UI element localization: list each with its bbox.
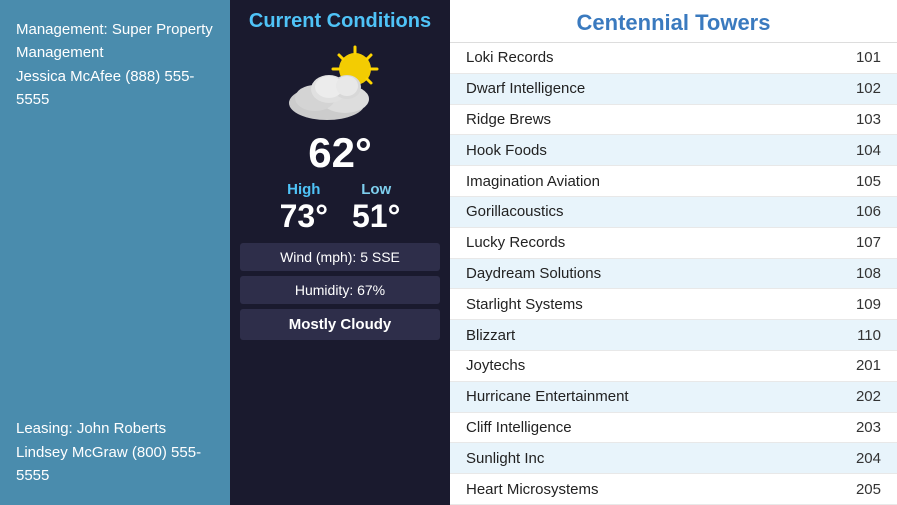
tenant-suite: 106 <box>837 196 897 227</box>
management-contact: Jessica McAfee (888) 555-5555 <box>16 68 194 108</box>
tenant-suite: 203 <box>837 412 897 443</box>
table-row: Ridge Brews103 <box>450 104 897 135</box>
tenant-name: Loki Records <box>450 43 837 73</box>
tenant-suite: 105 <box>837 166 897 197</box>
building-title: Centennial Towers <box>450 0 897 43</box>
tenant-suite: 104 <box>837 135 897 166</box>
tenant-suite: 103 <box>837 104 897 135</box>
tenant-name: Daydream Solutions <box>450 258 837 289</box>
tenant-suite: 201 <box>837 350 897 381</box>
high-block: High 73° <box>280 181 328 235</box>
high-label: High <box>287 181 320 198</box>
tenant-suite: 202 <box>837 381 897 412</box>
leasing-label: Leasing: John Roberts <box>16 420 166 437</box>
table-row: Lucky Records107 <box>450 227 897 258</box>
low-label: Low <box>361 181 391 198</box>
tenant-name: Dwarf Intelligence <box>450 73 837 104</box>
table-row: Blizzart110 <box>450 320 897 351</box>
table-row: Sunlight Inc204 <box>450 443 897 474</box>
weather-icon <box>285 43 395 123</box>
tenant-name: Hurricane Entertainment <box>450 381 837 412</box>
tenant-suite: 204 <box>837 443 897 474</box>
table-row: Starlight Systems109 <box>450 289 897 320</box>
high-low-row: High 73° Low 51° <box>280 181 401 235</box>
tenant-suite: 205 <box>837 474 897 505</box>
table-row: Dwarf Intelligence102 <box>450 73 897 104</box>
right-panel: Centennial Towers Loki Records101Dwarf I… <box>450 0 897 505</box>
high-value: 73° <box>280 198 328 235</box>
leasing-block: Leasing: John Roberts Lindsey McGraw (80… <box>16 417 214 487</box>
low-block: Low 51° <box>352 181 400 235</box>
tenant-suite: 109 <box>837 289 897 320</box>
tenant-suite: 107 <box>837 227 897 258</box>
table-row: Loki Records101 <box>450 43 897 73</box>
tenant-suite: 108 <box>837 258 897 289</box>
temperature: 62° <box>308 129 372 177</box>
table-row: Imagination Aviation105 <box>450 166 897 197</box>
tenant-name: Gorillacoustics <box>450 196 837 227</box>
tenant-name: Imagination Aviation <box>450 166 837 197</box>
table-row: Gorillacoustics106 <box>450 196 897 227</box>
management-block: Management: Super Property Management Je… <box>16 18 214 111</box>
humidity-bar: Humidity: 67% <box>240 276 440 304</box>
weather-panel: Current Conditions 62° High 73° Low 51° <box>230 0 450 505</box>
table-row: Heart Microsystems205 <box>450 474 897 505</box>
tenant-name: Cliff Intelligence <box>450 412 837 443</box>
tenant-name: Sunlight Inc <box>450 443 837 474</box>
condition-bar: Mostly Cloudy <box>240 309 440 340</box>
tenant-suite: 102 <box>837 73 897 104</box>
low-value: 51° <box>352 198 400 235</box>
left-panel: Management: Super Property Management Je… <box>0 0 230 505</box>
conditions-title: Current Conditions <box>249 10 431 33</box>
management-label: Management: Super Property Management <box>16 21 213 61</box>
leasing-contact: Lindsey McGraw (800) 555-5555 <box>16 444 201 484</box>
tenant-name: Blizzart <box>450 320 837 351</box>
tenant-suite: 101 <box>837 43 897 73</box>
tenant-name: Ridge Brews <box>450 104 837 135</box>
tenant-table: Loki Records101Dwarf Intelligence102Ridg… <box>450 43 897 505</box>
wind-bar: Wind (mph): 5 SSE <box>240 243 440 271</box>
tenant-name: Lucky Records <box>450 227 837 258</box>
tenant-name: Heart Microsystems <box>450 474 837 505</box>
tenant-name: Starlight Systems <box>450 289 837 320</box>
table-row: Joytechs201 <box>450 350 897 381</box>
table-row: Daydream Solutions108 <box>450 258 897 289</box>
tenant-name: Hook Foods <box>450 135 837 166</box>
table-row: Hook Foods104 <box>450 135 897 166</box>
table-row: Cliff Intelligence203 <box>450 412 897 443</box>
table-row: Hurricane Entertainment202 <box>450 381 897 412</box>
tenant-name: Joytechs <box>450 350 837 381</box>
tenant-suite: 110 <box>837 320 897 351</box>
